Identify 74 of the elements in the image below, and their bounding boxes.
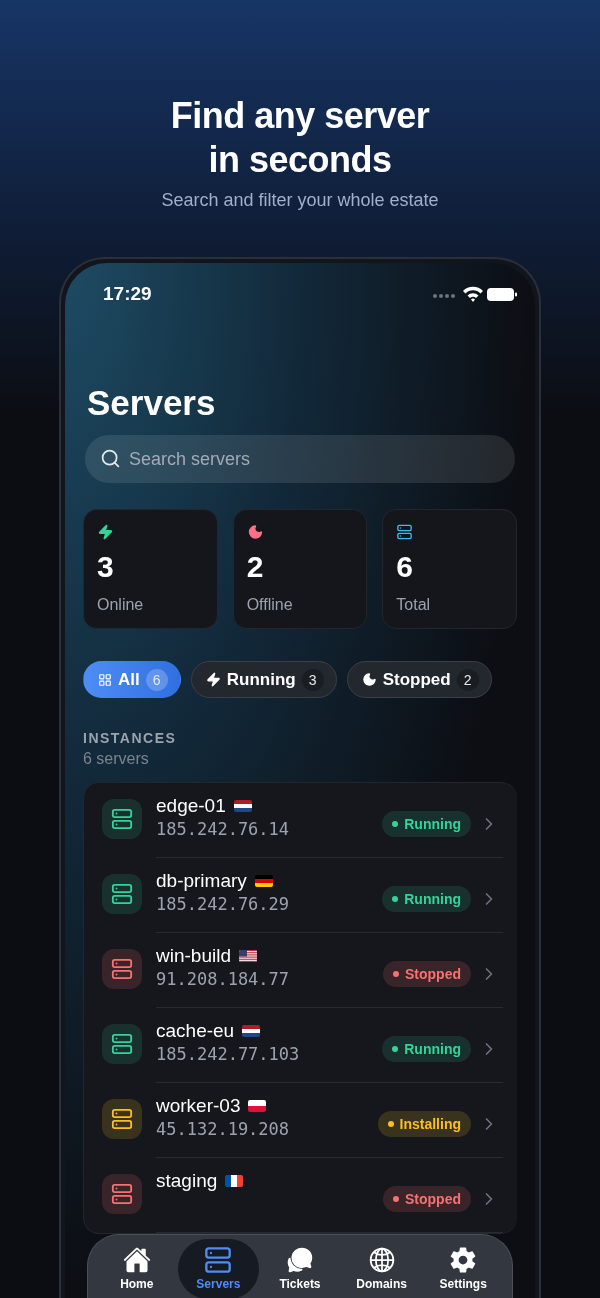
server-icon xyxy=(111,808,133,830)
status-badge: Stopped xyxy=(383,961,471,987)
stat-label: Online xyxy=(97,596,145,614)
tab[interactable]: Servers xyxy=(177,1238,260,1298)
server-row[interactable]: worker-03 45.132.19.208 Installing xyxy=(84,1083,517,1158)
chat-bubbles-icon xyxy=(286,1246,314,1274)
status-badge: Running xyxy=(382,886,471,912)
filter-count: 3 xyxy=(301,668,324,691)
section-label: INSTANCES xyxy=(83,730,178,746)
server-ip: 185.242.76.14 xyxy=(156,819,291,839)
subtitle: Search and filter your whole estate xyxy=(161,190,439,211)
server-icon xyxy=(111,883,133,905)
home-icon xyxy=(122,1246,151,1274)
lightning-icon xyxy=(205,672,221,687)
tab[interactable]: Home xyxy=(96,1238,178,1298)
filter-count: 2 xyxy=(456,668,479,691)
server-name: worker-03 xyxy=(156,1095,241,1117)
search-icon xyxy=(100,448,121,469)
screen-title: Servers xyxy=(87,383,217,423)
stat-label: Offline xyxy=(246,596,294,614)
stat-value: 2 xyxy=(246,550,265,584)
tab[interactable]: Settings xyxy=(422,1238,504,1298)
tab[interactable]: Tickets xyxy=(259,1238,341,1298)
status-badge: Stopped xyxy=(383,1186,471,1212)
flag-icon xyxy=(248,1100,267,1112)
server-row[interactable]: db-primary 185.242.76.29 Running xyxy=(84,858,517,933)
tab[interactable]: Domains xyxy=(340,1238,423,1298)
status-badge: Installing xyxy=(377,1111,471,1137)
server-ip: 45.132.19.208 xyxy=(156,1119,291,1139)
server-ip: 91.208.184.77 xyxy=(156,969,291,989)
flag-icon xyxy=(254,875,273,887)
moon-icon xyxy=(361,672,377,687)
filter-chip[interactable]: All 6 xyxy=(83,661,181,698)
server-ip: 185.242.76.29 xyxy=(156,894,291,914)
server-row[interactable]: win-build 91.208.184.77 Stopped xyxy=(84,933,517,1008)
server-ip: 185.242.77.103 xyxy=(156,1044,301,1064)
server-row[interactable]: cache-eu 185.242.77.103 Running xyxy=(84,1008,517,1083)
server-name: edge-01 xyxy=(156,795,226,817)
server-name: cache-eu xyxy=(156,1020,235,1042)
battery-icon xyxy=(487,288,517,301)
filter-chip[interactable]: Running 3 xyxy=(190,661,337,698)
server-icon xyxy=(111,1183,133,1205)
server-name: staging xyxy=(156,1170,218,1192)
flag-icon xyxy=(239,950,257,962)
server-name: win-build xyxy=(156,945,231,967)
filter-count: 6 xyxy=(145,668,168,691)
status-badge: Running xyxy=(382,1036,471,1062)
stat-value: 6 xyxy=(396,550,414,584)
stat-label: Total xyxy=(396,596,432,614)
server-icon xyxy=(111,1033,133,1055)
server-row[interactable]: staging Stopped xyxy=(84,1158,517,1233)
stat-value: 3 xyxy=(97,550,115,584)
flag-icon xyxy=(233,800,252,812)
server-icon xyxy=(111,1108,133,1130)
settings-icon xyxy=(449,1246,478,1274)
lightning-icon xyxy=(97,524,114,540)
status-badge: Running xyxy=(382,811,471,837)
signal-dots-icon xyxy=(433,294,455,298)
filter-chip[interactable]: Stopped 2 xyxy=(346,661,492,698)
flag-icon xyxy=(225,1175,244,1187)
server-icon xyxy=(396,524,414,540)
globe-icon xyxy=(367,1246,396,1274)
headline: Find any server xyxy=(170,94,430,138)
server-icon xyxy=(204,1246,233,1274)
flag-icon xyxy=(242,1025,261,1037)
wifi-icon xyxy=(463,286,483,302)
status-time: 17:29 xyxy=(103,283,152,305)
server-row[interactable]: edge-01 185.242.76.14 Running xyxy=(84,783,517,858)
server-name: db-primary xyxy=(156,870,247,892)
moon-icon xyxy=(246,524,264,540)
section-count: 6 servers xyxy=(83,750,150,768)
grid-icon xyxy=(98,672,112,687)
headline: in seconds xyxy=(208,138,392,182)
server-icon xyxy=(111,958,133,980)
